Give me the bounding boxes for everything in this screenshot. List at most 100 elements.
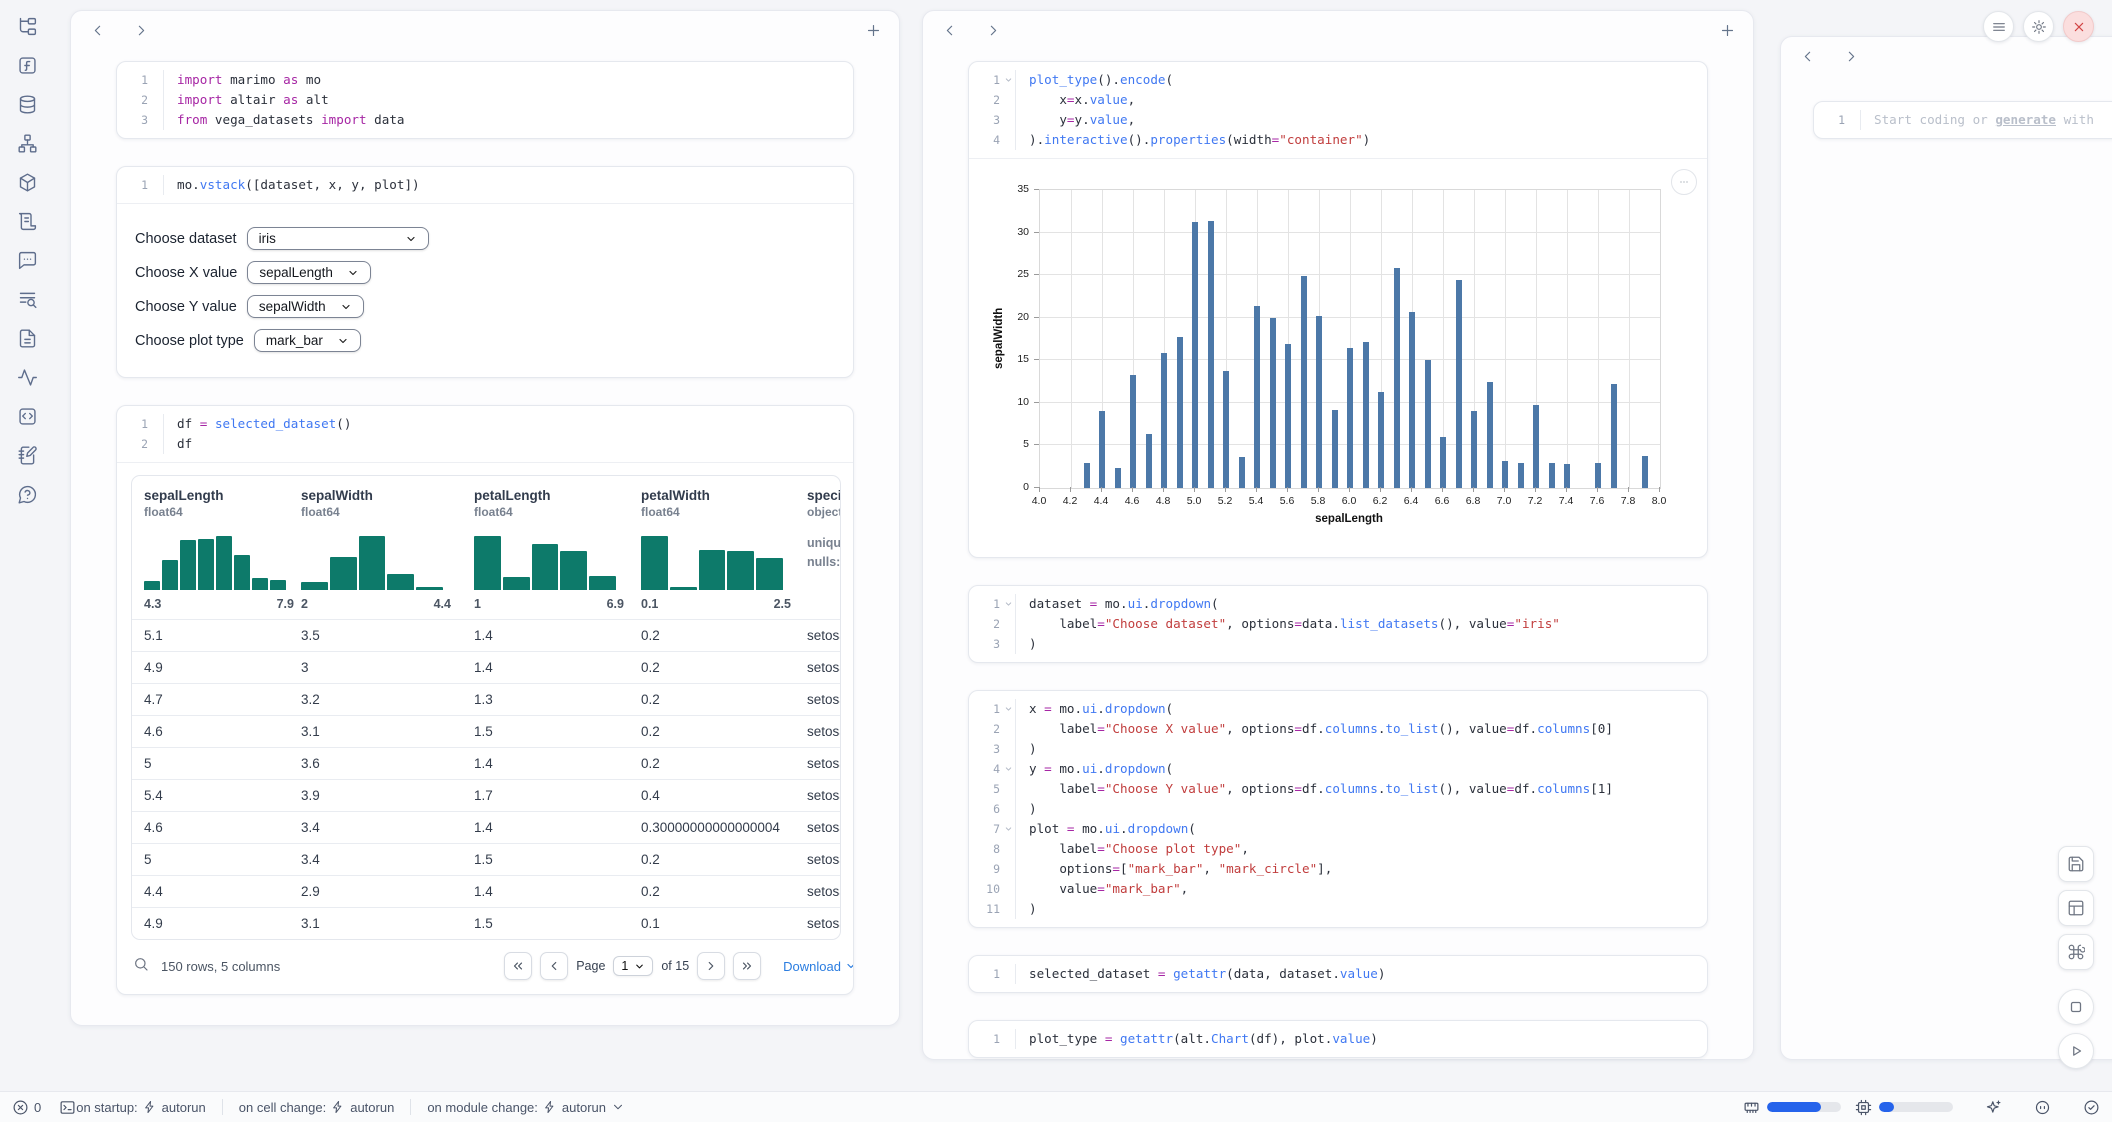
on-module-change-toggle[interactable]: on module change:autorun: [427, 1100, 625, 1115]
bar: [1533, 405, 1539, 488]
add-cell-button[interactable]: [863, 22, 883, 42]
table-row[interactable]: 4.63.11.50.2setosa: [132, 716, 841, 748]
table-cell: 1.4: [462, 652, 629, 684]
bar: [1223, 371, 1229, 488]
error-count-badge[interactable]: 0: [12, 1099, 41, 1116]
choose-y-value-select[interactable]: sepalWidth: [247, 295, 364, 318]
sidebar-item-tracing[interactable]: [16, 367, 38, 389]
table-row[interactable]: 4.931.40.2setosa: [132, 652, 841, 684]
sidebar-item-help[interactable]: [16, 484, 38, 506]
fold-toggle[interactable]: [1004, 76, 1013, 85]
last-page-button[interactable]: [733, 952, 761, 980]
table-cell: setosa: [795, 780, 841, 812]
table-row[interactable]: 4.93.11.50.1setosa: [132, 908, 841, 940]
column-header[interactable]: petalLengthfloat6416.9: [462, 476, 629, 620]
sidebar-item-dependency-graph[interactable]: [16, 133, 38, 155]
save-button[interactable]: [2058, 846, 2094, 882]
download-button[interactable]: Download: [783, 959, 854, 974]
previous-page-button[interactable]: [540, 952, 568, 980]
selected-value: iris: [259, 231, 276, 246]
floating-actions: [2058, 846, 2094, 1069]
interrupt-button[interactable]: [2058, 989, 2094, 1025]
bar: [1487, 382, 1493, 488]
panel-collapse-left-button[interactable]: [939, 22, 959, 42]
table-row[interactable]: 4.42.91.40.2setosa: [132, 876, 841, 908]
fold-toggle[interactable]: [1004, 600, 1013, 609]
generate-link[interactable]: generate: [1995, 112, 2056, 127]
sidebar-item-database[interactable]: [16, 94, 38, 116]
sidebar-item-logs[interactable]: [16, 211, 38, 233]
table-row[interactable]: 5.13.51.40.2setosa: [132, 620, 841, 652]
panel-expand-right-button[interactable]: [1841, 48, 1861, 68]
sidebar-item-file-tree[interactable]: [16, 16, 38, 38]
table-cell: 3.2: [289, 684, 462, 716]
table-cell: 0.2: [629, 844, 795, 876]
chevron-right-icon: [704, 959, 718, 973]
on-startup-toggle[interactable]: on startup:autorun: [76, 1100, 206, 1115]
panel-collapse-left-button[interactable]: [1797, 48, 1817, 68]
settings-button[interactable]: [2023, 11, 2054, 42]
column-header[interactable]: sepalLengthfloat644.37.9: [132, 476, 289, 620]
code-line: 9 options=["mark_bar", "mark_circle"],: [969, 859, 1707, 879]
on-cell-change-toggle[interactable]: on cell change:autorun: [239, 1100, 395, 1115]
sidebar-item-package[interactable]: [16, 172, 38, 194]
terminal-button[interactable]: [59, 1099, 76, 1116]
panel-collapse-left-button[interactable]: [87, 22, 107, 42]
add-cell-button[interactable]: [1717, 22, 1737, 42]
chevron-right-icon: [133, 22, 150, 39]
choose-dataset-select[interactable]: iris: [247, 227, 429, 250]
code-editor[interactable]: 1x = mo.ui.dropdown(2 label="Choose X va…: [969, 691, 1707, 927]
table-row[interactable]: 53.61.40.2setosa: [132, 748, 841, 780]
choose-plot-type-select[interactable]: mark_bar: [254, 329, 361, 352]
column-header[interactable]: speciesobjectunique:nulls:: [795, 476, 841, 620]
code-editor[interactable]: 1dataset = mo.ui.dropdown(2 label="Choos…: [969, 586, 1707, 662]
copilot-button[interactable]: [2034, 1099, 2051, 1116]
table-row[interactable]: 5.43.91.70.4setosa: [132, 780, 841, 812]
line-number: 2: [969, 719, 1015, 739]
line-number: 6: [969, 799, 1015, 819]
shutdown-button[interactable]: [2063, 11, 2094, 42]
sidebar-item-documentation[interactable]: [16, 289, 38, 311]
choose-x-value-select[interactable]: sepalLength: [247, 261, 371, 284]
chart-actions-button[interactable]: [1671, 169, 1697, 195]
code-editor[interactable]: 1plot_type = getattr(alt.Chart(df), plot…: [969, 1021, 1707, 1057]
dropdown-label: Choose plot type: [135, 333, 244, 349]
sidebar-item-scratchpad[interactable]: [16, 445, 38, 467]
menu-button[interactable]: [1983, 11, 2014, 42]
fold-toggle[interactable]: [1004, 765, 1013, 774]
altair-bar-chart[interactable]: sepalWidth4.04.24.44.64.85.05.25.45.65.8…: [987, 175, 1687, 543]
code-editor[interactable]: 1mo.vstack([dataset, x, y, plot]): [117, 167, 853, 203]
sidebar-item-chat[interactable]: [16, 250, 38, 272]
sidebar-item-functions[interactable]: [16, 55, 38, 77]
panel-expand-right-button[interactable]: [131, 22, 151, 42]
panel-expand-right-button[interactable]: [983, 22, 1003, 42]
page-select[interactable]: 1: [613, 956, 653, 976]
ram-usage: [1743, 1099, 1841, 1116]
ai-assistant-button[interactable]: [1985, 1099, 2002, 1116]
first-page-button[interactable]: [504, 952, 532, 980]
bar: [1208, 221, 1214, 488]
next-page-button[interactable]: [697, 952, 725, 980]
code-editor-placeholder[interactable]: Start coding or generate with: [1860, 110, 2112, 130]
code-editor[interactable]: 1selected_dataset = getattr(data, datase…: [969, 956, 1707, 992]
keyboard-shortcuts-button[interactable]: [2058, 934, 2094, 970]
fold-toggle[interactable]: [1004, 825, 1013, 834]
table-row[interactable]: 53.41.50.2setosa: [132, 844, 841, 876]
column-header[interactable]: sepalWidthfloat6424.4: [289, 476, 462, 620]
sidebar-item-snippets[interactable]: [16, 328, 38, 350]
fold-toggle[interactable]: [1004, 705, 1013, 714]
layout-button[interactable]: [2058, 890, 2094, 926]
code-editor[interactable]: 1plot_type().encode(2 x=x.value,3 y=y.va…: [969, 62, 1707, 158]
sidebar-item-code[interactable]: [16, 406, 38, 428]
window-controls: [1983, 11, 2094, 42]
column-header[interactable]: petalWidthfloat640.12.5: [629, 476, 795, 620]
table-row[interactable]: 4.73.21.30.2setosa: [132, 684, 841, 716]
run-button[interactable]: [2058, 1033, 2094, 1069]
table-cell: 5: [132, 748, 289, 780]
dropdown-row: Choose X valuesepalLength: [135, 261, 835, 284]
code-editor[interactable]: 1import marimo as mo2import altair as al…: [117, 62, 853, 138]
connection-status-button[interactable]: [2083, 1099, 2100, 1116]
table-row[interactable]: 4.63.41.40.30000000000000004setosa: [132, 812, 841, 844]
code-editor[interactable]: 1df = selected_dataset()2df: [117, 406, 853, 462]
bar: [1239, 457, 1245, 489]
